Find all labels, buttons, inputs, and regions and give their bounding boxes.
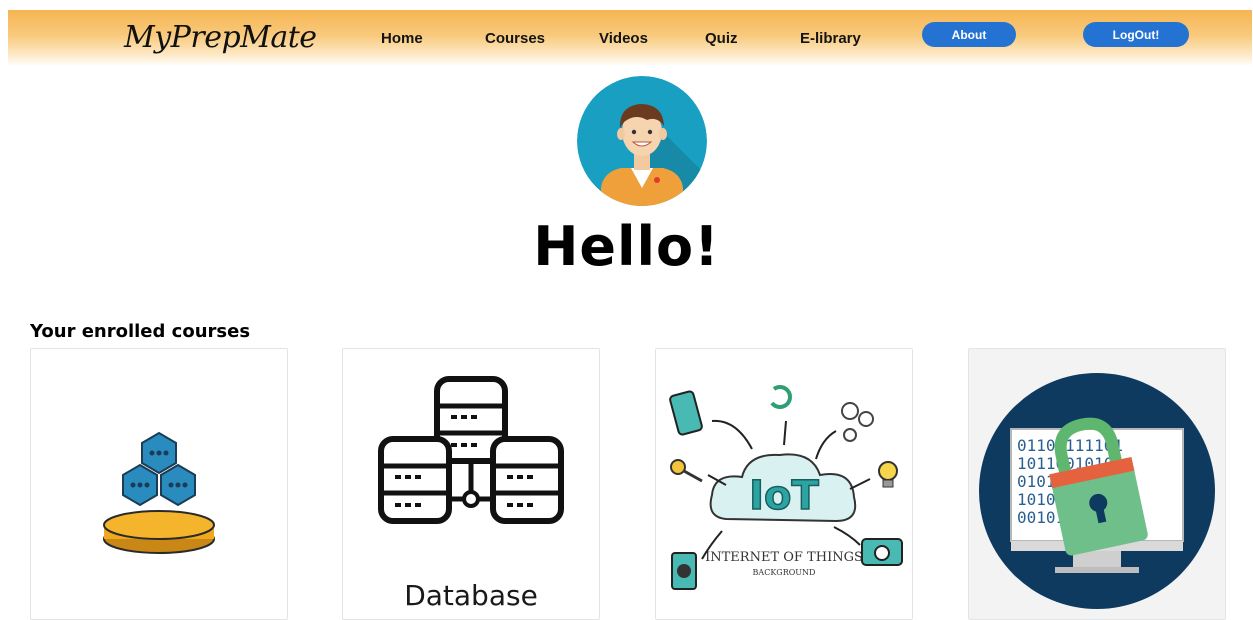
course-card-blockchain[interactable] [30,348,288,620]
blockchain-icon [103,431,215,554]
nav-quiz[interactable]: Quiz [705,30,738,47]
course-card-security[interactable]: 01100111101 10110010101 01010011010 1010… [968,348,1226,620]
course-card-iot[interactable]: IoT INTERNET OF THINGS BACKGROUND [655,348,913,620]
user-avatar[interactable] [577,76,707,206]
greeting-heading: Hello! [533,215,720,278]
database-caption: Database [404,579,538,612]
course-card-database[interactable]: Database [342,348,600,620]
nav-videos[interactable]: Videos [599,30,648,47]
iot-art-title: IoT [749,473,819,519]
nav-courses[interactable]: Courses [485,30,545,47]
brand-logo[interactable]: MyPrepMate [124,20,317,55]
user-avatar-icon [577,76,707,206]
about-button[interactable]: About [922,22,1016,47]
enrolled-courses-heading: Your enrolled courses [30,321,251,342]
security-lock-icon: 01100111101 10110010101 01010011010 1010… [979,373,1215,609]
iot-art-subtitle: INTERNET OF THINGS [705,550,863,565]
iot-icon: IoT INTERNET OF THINGS BACKGROUND [669,385,903,590]
nav-elibrary[interactable]: E-library [800,30,861,47]
logout-button[interactable]: LogOut! [1083,22,1189,47]
iot-art-tag: BACKGROUND [753,568,816,577]
nav-home[interactable]: Home [381,30,423,47]
top-navbar: MyPrepMate Home Courses Videos Quiz E-li… [8,10,1252,66]
